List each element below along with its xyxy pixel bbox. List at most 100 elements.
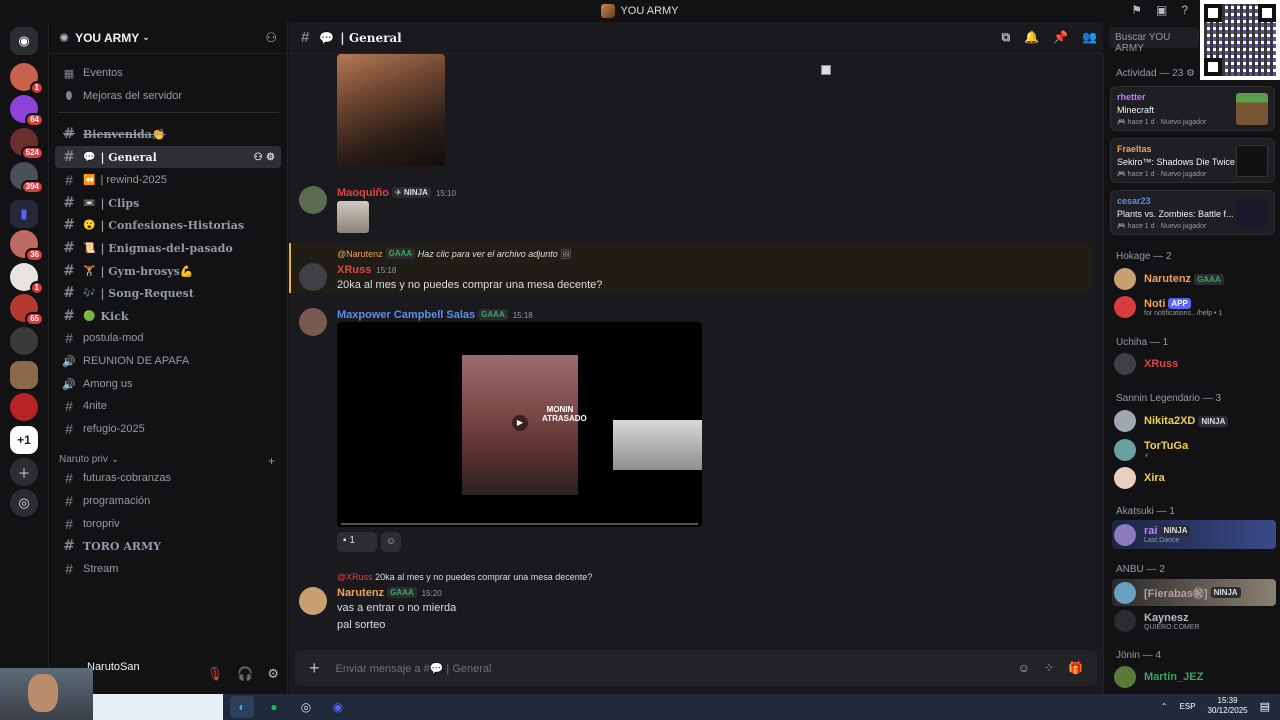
channel-futuras-cobranzas[interactable]: # futuras-cobranzas [55,467,281,489]
member-item[interactable]: XRuss [1114,352,1276,376]
reply-preview[interactable]: @XRuss 20ka al mes y no puedes comprar u… [337,572,592,582]
member-item[interactable]: TorTuGa ⚡ [1114,438,1276,462]
channel-enigmas[interactable]: # 📜 | Enigmas-del-pasado [55,237,281,259]
help-icon[interactable]: ? [1181,3,1188,17]
avatar[interactable] [299,263,327,291]
channel-postula-mod[interactable]: # postula-mod [55,327,281,349]
boosts-link[interactable]: ⬮ Mejoras del servidor [55,85,281,107]
video-progress-bar[interactable] [341,523,698,525]
channel-general[interactable]: # 💬 | General ⚇ ⚙ [55,146,281,168]
members-icon[interactable]: 👥 [1082,30,1097,45]
emoji-icon[interactable]: ☺ [1018,661,1030,675]
channel-rewind[interactable]: # ⏪ | rewind-2025 [55,169,281,191]
bell-icon[interactable]: 🔔 [1024,30,1039,45]
invite-icon[interactable]: ⚇ [265,30,277,46]
channel-bienvenida[interactable]: # Bienvenida👏 [55,123,281,145]
threads-icon[interactable]: ⧉ [1002,30,1011,45]
member-item[interactable]: Narutenz GAAA [1114,267,1276,291]
server-icon[interactable]: 394 [10,162,44,194]
composer-input[interactable]: Enviar mensaje a #💬 | General [336,662,492,675]
server-header[interactable]: ✺ YOU ARMY ⌄ ⚇ [49,22,287,54]
gear-icon[interactable]: ⚙ [267,666,279,682]
mute-mic-icon[interactable]: 🎙 [207,666,224,682]
voice-channel-among-us[interactable]: 🔊 Among us [55,373,281,395]
server-icon[interactable]: +1 [10,426,38,454]
activity-card[interactable]: rhetter Minecraft 🎮 hace 1 d · Nuevo jug… [1110,86,1275,131]
category-naruto-priv[interactable]: Naruto priv ⌄ + [59,454,279,468]
search-input[interactable]: Buscar YOU ARMY [1109,27,1199,54]
avatar[interactable] [299,587,327,615]
reply-preview[interactable]: @Narutenz GAAA Haz clic para ver el archi… [337,248,572,260]
channel-kick[interactable]: # 🟢 Kick [55,305,281,327]
server-icon[interactable] [10,361,38,389]
channel-settings-icon[interactable]: ⚇ ⚙ [254,152,275,163]
channel-clips[interactable]: # 📼 | Clips [55,192,281,214]
events-link[interactable]: ▦ Eventos [55,62,281,84]
attachment-image[interactable] [337,54,445,166]
server-icon[interactable]: 1 [10,263,44,295]
server-icon[interactable] [10,327,38,355]
channel-refugio[interactable]: # refugio-2025 [55,418,281,440]
gift-icon[interactable]: 🎁 [1068,661,1083,675]
discord-icon[interactable]: ◉ [326,696,350,718]
message-author[interactable]: Maxpower Campbell Salas GAAA 15:18 [337,309,533,321]
folder-icon[interactable]: ▮ [10,200,38,228]
add-reaction-icon[interactable]: ☺ [381,532,401,552]
inbox-flag-icon[interactable]: ⚑ [1131,3,1142,17]
message-author[interactable]: Maoquiño ✈ NINJA 15:10 [337,187,456,199]
server-icon[interactable] [10,393,38,421]
activity-card[interactable]: cesar23 Plants vs. Zombies: Battle f... … [1110,190,1275,235]
user-name[interactable]: NarutoSan [87,661,140,673]
channel-toropriv[interactable]: # toropriv [55,513,281,535]
avatar[interactable] [299,186,327,214]
voice-channel-apafa[interactable]: 🔊 REUNION DE APAFA [55,350,281,372]
video-player[interactable]: MONIN ATRASADO ▶ [337,322,702,527]
edge-icon[interactable]: ◐ [230,696,254,718]
sticker-image[interactable] [337,201,369,233]
clock[interactable]: 15:39 30/12/2025 [1208,696,1248,716]
server-icon[interactable]: 65 [10,294,44,326]
member-item[interactable]: [Fierabas㊗] NINJA [1112,579,1276,606]
member-item[interactable]: Martin_JEZ [1114,665,1276,689]
add-server-icon[interactable]: ＋ [10,458,38,486]
headphones-icon[interactable]: 🎧 [237,666,253,682]
channel-gym[interactable]: # 🏋 | Gym-brosys💪 [55,260,281,282]
message-author[interactable]: Narutenz GAAA 15:20 [337,587,442,599]
channel-4nite[interactable]: #4nite [55,395,281,417]
avatar[interactable] [299,308,327,336]
member-item[interactable]: Xira [1114,466,1276,490]
search-box[interactable] [93,694,223,720]
server-icon[interactable]: 64 [10,95,44,127]
channel-confesiones[interactable]: # 😮 | Confesiones-Historias [55,214,281,236]
channel-toro-army[interactable]: # TORO ARMY [55,535,281,557]
language-indicator[interactable]: ESP [1180,702,1196,711]
member-item[interactable]: rai NINJA Last Dance [1112,520,1276,549]
play-icon[interactable]: ▶ [512,415,528,431]
spotify-icon[interactable]: ● [262,696,286,718]
attach-plus-icon[interactable]: + [309,658,320,679]
reaction[interactable]: ▪ 1 [337,532,377,552]
apps-icon[interactable]: ⁘ [1044,661,1054,675]
server-icon[interactable]: 1 [10,63,44,95]
chevron-down-icon: ⌄ [142,32,150,42]
channel-stream[interactable]: # Stream [55,558,281,580]
channel-header: # 💬 | General ⧉ 🔔 📌 👥 [289,22,1103,54]
notification-icon[interactable]: ▤ [1260,700,1270,713]
obs-icon[interactable]: ◎ [294,696,318,718]
discord-home-icon[interactable]: ◉ [10,27,38,55]
message-author[interactable]: XRuss 15:18 [337,264,396,276]
pin-icon[interactable]: 📌 [1053,30,1068,45]
discover-icon[interactable]: ◎ [10,489,38,517]
channel-programacion[interactable]: # programación [55,490,281,512]
member-item[interactable]: Nikita2XD NINJA [1114,409,1276,433]
member-item[interactable]: Noti APP for notifications.. /help • 1 [1114,295,1276,319]
server-icon[interactable]: 524 [10,128,44,160]
add-channel-icon[interactable]: + [268,454,275,468]
channel-song-request[interactable]: # 🎶 | Song-Request [55,282,281,304]
activity-card[interactable]: Fraeltas Sekiro™: Shadows Die Twice 🎮 ha… [1110,138,1275,183]
chevron-up-icon[interactable]: ⌃ [1161,702,1168,711]
member-item[interactable]: Kaynesz QUIERO COMER [1114,609,1276,633]
server-icon[interactable]: 36 [10,230,44,262]
screen-icon[interactable]: ▣ [1156,3,1167,17]
message-composer[interactable]: + Enviar mensaje a #💬 | General ☺ ⁘ 🎁 [295,650,1097,686]
